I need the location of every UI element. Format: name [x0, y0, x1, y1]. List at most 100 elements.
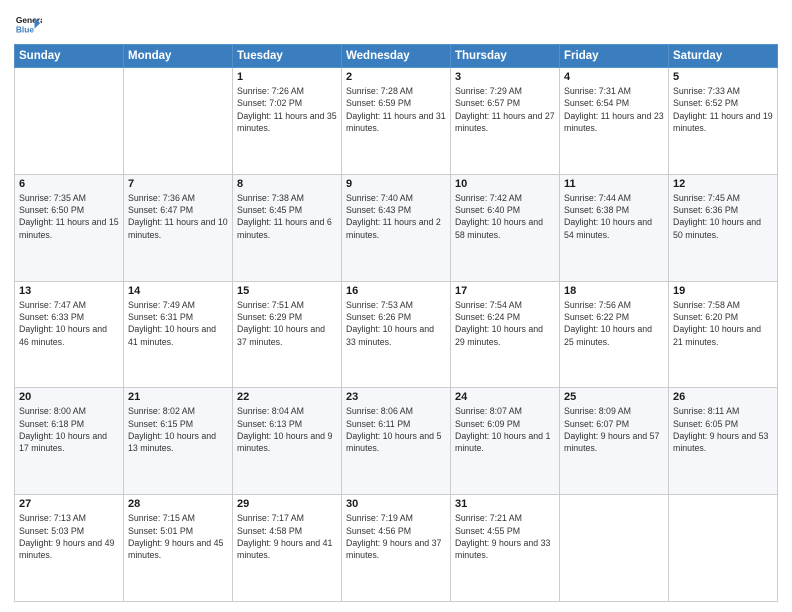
day-number: 14	[128, 285, 228, 297]
calendar-cell: 13 Sunrise: 7:47 AM Sunset: 6:33 PM Dayli…	[15, 281, 124, 388]
day-content: Sunrise: 8:04 AM Sunset: 6:13 PM Dayligh…	[237, 405, 337, 454]
calendar-cell: 20 Sunrise: 8:00 AM Sunset: 6:18 PM Dayli…	[15, 388, 124, 495]
day-content: Sunrise: 7:15 AM Sunset: 5:01 PM Dayligh…	[128, 512, 228, 561]
calendar-cell: 5Sunrise: 7:33 AM Sunset: 6:52 PM Daylig…	[669, 68, 778, 175]
calendar-cell: 27 Sunrise: 7:13 AM Sunset: 5:03 PM Dayli…	[15, 495, 124, 602]
weekday-thursday: Thursday	[451, 45, 560, 68]
day-content: Sunrise: 7:42 AM Sunset: 6:40 PM Dayligh…	[455, 192, 555, 241]
day-number: 9	[346, 178, 446, 190]
day-number: 17	[455, 285, 555, 297]
weekday-monday: Monday	[124, 45, 233, 68]
day-content: Sunrise: 7:56 AM Sunset: 6:22 PM Dayligh…	[564, 299, 664, 348]
day-content: Sunrise: 7:21 AM Sunset: 4:55 PM Dayligh…	[455, 512, 555, 561]
day-number: 1	[237, 71, 337, 83]
day-content: Sunrise: 7:58 AM Sunset: 6:20 PM Dayligh…	[673, 299, 773, 348]
day-content: Sunrise: 7:53 AM Sunset: 6:26 PM Dayligh…	[346, 299, 446, 348]
day-number: 11	[564, 178, 664, 190]
calendar-cell: 7Sunrise: 7:36 AM Sunset: 6:47 PM Daylig…	[124, 174, 233, 281]
calendar-cell: 4 Sunrise: 7:31 AM Sunset: 6:54 PM Daylig…	[560, 68, 669, 175]
day-number: 27	[19, 498, 119, 510]
calendar-cell: 12 Sunrise: 7:45 AM Sunset: 6:36 PM Dayli…	[669, 174, 778, 281]
logo-icon: General Blue	[14, 10, 42, 38]
weekday-saturday: Saturday	[669, 45, 778, 68]
day-number: 4	[564, 71, 664, 83]
day-number: 6	[19, 178, 119, 190]
day-number: 15	[237, 285, 337, 297]
calendar-cell: 10 Sunrise: 7:42 AM Sunset: 6:40 PM Dayli…	[451, 174, 560, 281]
day-number: 26	[673, 391, 773, 403]
day-content: Sunrise: 7:54 AM Sunset: 6:24 PM Dayligh…	[455, 299, 555, 348]
calendar-cell: 3Sunrise: 7:29 AM Sunset: 6:57 PM Daylig…	[451, 68, 560, 175]
calendar-cell: 21 Sunrise: 8:02 AM Sunset: 6:15 PM Dayli…	[124, 388, 233, 495]
calendar-cell: 17 Sunrise: 7:54 AM Sunset: 6:24 PM Dayli…	[451, 281, 560, 388]
day-number: 23	[346, 391, 446, 403]
calendar-cell: 23 Sunrise: 8:06 AM Sunset: 6:11 PM Dayli…	[342, 388, 451, 495]
calendar-cell: 14 Sunrise: 7:49 AM Sunset: 6:31 PM Dayli…	[124, 281, 233, 388]
weekday-header-row: SundayMondayTuesdayWednesdayThursdayFrid…	[15, 45, 778, 68]
calendar-cell: 8Sunrise: 7:38 AM Sunset: 6:45 PM Daylig…	[233, 174, 342, 281]
day-number: 8	[237, 178, 337, 190]
day-number: 3	[455, 71, 555, 83]
day-content: Sunrise: 8:06 AM Sunset: 6:11 PM Dayligh…	[346, 405, 446, 454]
header: General Blue	[14, 10, 778, 38]
day-number: 22	[237, 391, 337, 403]
calendar-cell: 1 Sunrise: 7:26 AM Sunset: 7:02 PM Daylig…	[233, 68, 342, 175]
calendar-cell: 2 Sunrise: 7:28 AM Sunset: 6:59 PM Daylig…	[342, 68, 451, 175]
weekday-tuesday: Tuesday	[233, 45, 342, 68]
day-number: 30	[346, 498, 446, 510]
day-content: Sunrise: 7:44 AM Sunset: 6:38 PM Dayligh…	[564, 192, 664, 241]
calendar-cell: 24 Sunrise: 8:07 AM Sunset: 6:09 PM Dayli…	[451, 388, 560, 495]
weekday-sunday: Sunday	[15, 45, 124, 68]
calendar-week-1: 1 Sunrise: 7:26 AM Sunset: 7:02 PM Daylig…	[15, 68, 778, 175]
day-number: 5	[673, 71, 773, 83]
weekday-wednesday: Wednesday	[342, 45, 451, 68]
calendar-cell: 31 Sunrise: 7:21 AM Sunset: 4:55 PM Dayli…	[451, 495, 560, 602]
day-content: Sunrise: 7:47 AM Sunset: 6:33 PM Dayligh…	[19, 299, 119, 348]
day-content: Sunrise: 7:35 AM Sunset: 6:50 PM Dayligh…	[19, 192, 119, 241]
calendar-cell	[15, 68, 124, 175]
calendar-cell	[669, 495, 778, 602]
day-number: 28	[128, 498, 228, 510]
logo: General Blue	[14, 10, 42, 38]
calendar-cell: 16 Sunrise: 7:53 AM Sunset: 6:26 PM Dayli…	[342, 281, 451, 388]
day-number: 16	[346, 285, 446, 297]
day-content: Sunrise: 8:02 AM Sunset: 6:15 PM Dayligh…	[128, 405, 228, 454]
calendar-cell: 11 Sunrise: 7:44 AM Sunset: 6:38 PM Dayli…	[560, 174, 669, 281]
svg-text:Blue: Blue	[16, 24, 34, 34]
day-number: 25	[564, 391, 664, 403]
day-content: Sunrise: 7:28 AM Sunset: 6:59 PM Dayligh…	[346, 85, 446, 134]
day-number: 12	[673, 178, 773, 190]
calendar-cell: 25Sunrise: 8:09 AM Sunset: 6:07 PM Dayli…	[560, 388, 669, 495]
day-number: 31	[455, 498, 555, 510]
day-content: Sunrise: 7:19 AM Sunset: 4:56 PM Dayligh…	[346, 512, 446, 561]
calendar-cell: 22 Sunrise: 8:04 AM Sunset: 6:13 PM Dayli…	[233, 388, 342, 495]
day-number: 2	[346, 71, 446, 83]
day-number: 7	[128, 178, 228, 190]
day-content: Sunrise: 7:17 AM Sunset: 4:58 PM Dayligh…	[237, 512, 337, 561]
day-number: 13	[19, 285, 119, 297]
day-number: 24	[455, 391, 555, 403]
calendar-week-3: 13 Sunrise: 7:47 AM Sunset: 6:33 PM Dayli…	[15, 281, 778, 388]
day-number: 21	[128, 391, 228, 403]
calendar-week-4: 20 Sunrise: 8:00 AM Sunset: 6:18 PM Dayli…	[15, 388, 778, 495]
day-number: 10	[455, 178, 555, 190]
calendar-cell	[124, 68, 233, 175]
calendar-cell: 15 Sunrise: 7:51 AM Sunset: 6:29 PM Dayli…	[233, 281, 342, 388]
day-content: Sunrise: 8:00 AM Sunset: 6:18 PM Dayligh…	[19, 405, 119, 454]
day-content: Sunrise: 7:45 AM Sunset: 6:36 PM Dayligh…	[673, 192, 773, 241]
calendar-week-2: 6 Sunrise: 7:35 AM Sunset: 6:50 PM Daylig…	[15, 174, 778, 281]
day-number: 20	[19, 391, 119, 403]
day-content: Sunrise: 8:07 AM Sunset: 6:09 PM Dayligh…	[455, 405, 555, 454]
day-content: Sunrise: 7:13 AM Sunset: 5:03 PM Dayligh…	[19, 512, 119, 561]
calendar-cell: 29Sunrise: 7:17 AM Sunset: 4:58 PM Dayli…	[233, 495, 342, 602]
calendar-cell: 28 Sunrise: 7:15 AM Sunset: 5:01 PM Dayli…	[124, 495, 233, 602]
weekday-friday: Friday	[560, 45, 669, 68]
day-content: Sunrise: 7:31 AM Sunset: 6:54 PM Dayligh…	[564, 85, 664, 134]
day-content: Sunrise: 7:49 AM Sunset: 6:31 PM Dayligh…	[128, 299, 228, 348]
calendar-cell: 26Sunrise: 8:11 AM Sunset: 6:05 PM Dayli…	[669, 388, 778, 495]
day-number: 18	[564, 285, 664, 297]
calendar-cell: 19Sunrise: 7:58 AM Sunset: 6:20 PM Dayli…	[669, 281, 778, 388]
day-content: Sunrise: 7:26 AM Sunset: 7:02 PM Dayligh…	[237, 85, 337, 134]
calendar-cell: 18 Sunrise: 7:56 AM Sunset: 6:22 PM Dayli…	[560, 281, 669, 388]
day-content: Sunrise: 7:51 AM Sunset: 6:29 PM Dayligh…	[237, 299, 337, 348]
